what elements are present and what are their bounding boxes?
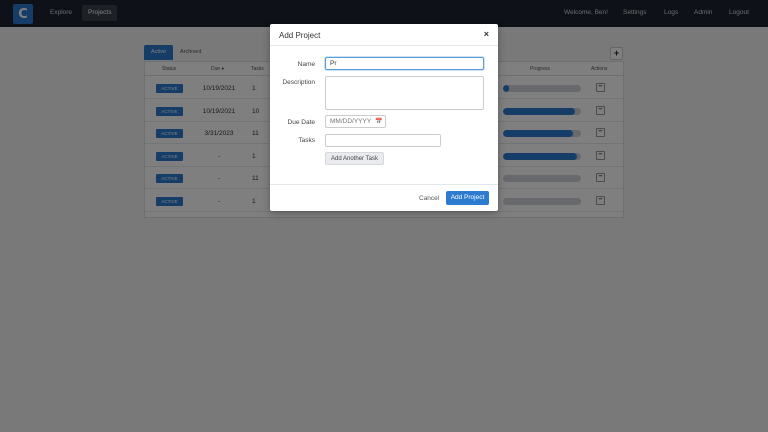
modal-footer: Cancel Add Project [270, 184, 498, 211]
close-icon[interactable]: × [484, 29, 489, 39]
description-label: Description [282, 79, 315, 86]
tasks-label: Tasks [298, 137, 315, 144]
modal-title: Add Project [279, 31, 321, 40]
name-label: Name [297, 61, 315, 68]
calendar-icon[interactable]: 📅 [373, 115, 386, 128]
add-task-button[interactable]: Add Another Task [325, 152, 384, 165]
description-textarea[interactable] [325, 76, 484, 110]
submit-add-project-button[interactable]: Add Project [446, 191, 489, 205]
modal-header: Add Project × [270, 24, 498, 46]
cancel-button[interactable]: Cancel [419, 195, 439, 202]
due-date-input[interactable] [325, 115, 374, 128]
due-date-label: Due Date [287, 119, 315, 126]
name-input[interactable] [325, 57, 484, 70]
task-input[interactable] [325, 134, 441, 147]
